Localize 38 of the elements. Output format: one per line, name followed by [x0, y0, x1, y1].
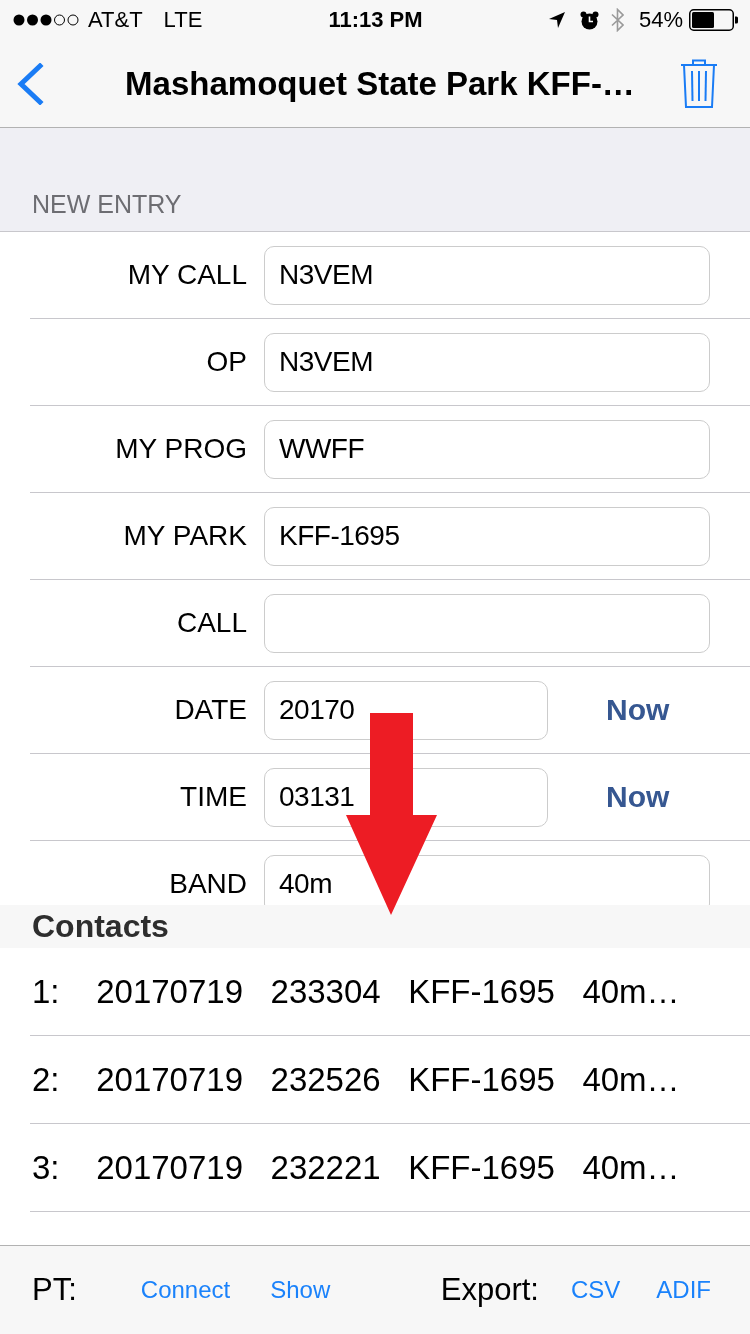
trash-icon — [680, 58, 718, 109]
toolbar-label: Export: — [440, 1272, 539, 1308]
bluetooth-icon — [610, 8, 624, 32]
alarm-clock-icon — [579, 10, 599, 30]
chevron-left-icon — [16, 62, 44, 105]
section-header: NEW ENTRY — [32, 190, 182, 219]
field-label: CALL — [175, 607, 247, 639]
field-label: BAND — [168, 868, 247, 900]
contact-row[interactable]: 3: 20170719 232221 KFF-1695 40m… — [30, 1124, 750, 1212]
now-button[interactable]: Now — [606, 780, 670, 814]
text-field[interactable]: N3VEM — [264, 332, 710, 392]
text-field[interactable]: WWFF — [264, 419, 710, 479]
location-arrow-icon — [548, 12, 565, 28]
text-field[interactable] — [264, 593, 710, 653]
battery-icon — [689, 9, 738, 31]
contact-row[interactable]: 2: 20170719 232526 KFF-1695 40m… — [30, 1036, 750, 1124]
field-label: MY PARK — [122, 520, 247, 552]
field-label: TIME — [179, 781, 247, 813]
signal-strength-icon — [13, 14, 79, 26]
contacts-header: Contacts — [32, 908, 169, 945]
field-label: DATE — [173, 694, 247, 726]
carrier-name: AT&T — [88, 7, 143, 33]
field-label: MY CALL — [126, 259, 247, 291]
contact-row[interactable]: 1: 20170719 233304 KFF-1695 40m… — [30, 948, 750, 1036]
network-type: LTE — [163, 7, 203, 33]
text-field[interactable]: 20170 — [264, 680, 548, 740]
battery-percent: 54% — [638, 7, 683, 33]
toolbar-label: PT: — [32, 1272, 77, 1308]
text-field[interactable]: 40m — [264, 854, 710, 905]
text-field[interactable]: N3VEM — [264, 245, 710, 305]
field-label: MY PROG — [114, 433, 247, 465]
field-label: OP — [205, 346, 247, 378]
now-button[interactable]: Now — [606, 693, 670, 727]
nav-title: Mashamoquet State Park KFF-… — [125, 64, 635, 103]
text-field[interactable]: KFF-1695 — [264, 506, 710, 566]
clock-time: 11:13 PM — [328, 7, 423, 33]
back-button[interactable] — [16, 62, 44, 105]
delete-button[interactable] — [680, 58, 718, 109]
